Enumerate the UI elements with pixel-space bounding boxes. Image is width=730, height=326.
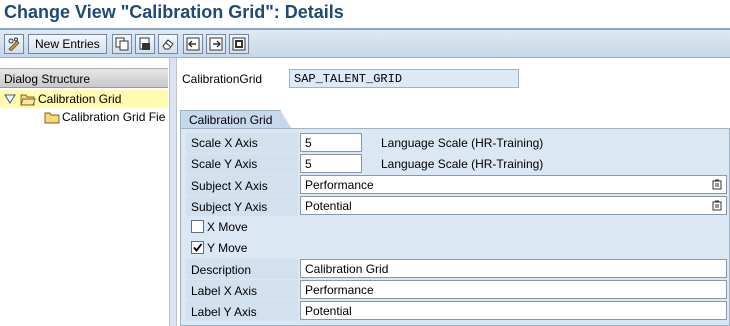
label-x-input[interactable]: Performance — [300, 280, 727, 299]
scale-x-description: Language Scale (HR-Training) — [381, 136, 544, 150]
y-move-label: Y Move — [207, 241, 248, 255]
previous-page-icon — [186, 37, 200, 51]
panel-splitter[interactable] — [170, 58, 177, 326]
pencil-glasses-icon — [8, 37, 20, 51]
dialog-structure-header: Dialog Structure — [0, 68, 168, 88]
previous-entry-button[interactable] — [183, 34, 203, 54]
select-block-icon — [232, 37, 246, 51]
scale-y-label: Scale Y Axis — [191, 157, 258, 171]
tree-item-label: Calibration Grid — [38, 92, 122, 106]
scale-y-description: Language Scale (HR-Training) — [381, 157, 544, 171]
details-area: CalibrationGrid SAP_TALENT_GRID Calibrat… — [177, 58, 730, 326]
scale-x-label: Scale X Axis — [191, 136, 258, 150]
subject-x-value: Performance — [305, 178, 374, 192]
subject-y-input[interactable]: Potential — [300, 196, 727, 215]
next-page-icon — [209, 37, 223, 51]
description-input[interactable]: Calibration Grid — [300, 259, 727, 278]
calibration-grid-key-label: CalibrationGrid — [182, 72, 263, 86]
display-change-button[interactable] — [4, 34, 24, 54]
page-title: Change View "Calibration Grid": Details — [4, 2, 344, 22]
subject-x-label: Subject X Axis — [191, 179, 268, 193]
checkmark-icon — [193, 243, 203, 252]
group-box-title: Calibration Grid — [180, 110, 293, 129]
next-entry-button[interactable] — [206, 34, 226, 54]
label-y-input[interactable]: Potential — [300, 301, 727, 320]
tree-item-label: Calibration Grid Fie — [62, 110, 166, 124]
x-move-label: X Move — [207, 220, 248, 234]
value-help-icon[interactable] — [712, 179, 722, 190]
eraser-icon — [162, 39, 174, 50]
undo-change-button[interactable] — [158, 34, 178, 54]
description-label: Description — [191, 263, 252, 277]
expand-triangle-icon[interactable] — [4, 94, 16, 104]
open-folder-icon — [20, 94, 36, 105]
y-move-checkbox[interactable] — [191, 241, 204, 254]
subject-y-value: Potential — [305, 199, 352, 213]
label-x-label: Label X Axis — [191, 284, 258, 298]
folder-icon — [44, 112, 60, 123]
calibration-grid-key-field: SAP_TALENT_GRID — [289, 69, 519, 88]
delete-button[interactable] — [135, 34, 155, 54]
new-entries-button[interactable]: New Entries — [28, 34, 107, 54]
value-help-icon[interactable] — [712, 200, 722, 211]
copy-as-button[interactable] — [112, 34, 132, 54]
title-bar: Change View "Calibration Grid": Details — [0, 0, 730, 30]
select-all-button[interactable] — [229, 34, 249, 54]
dialog-structure-panel: Dialog Structure Calibration Grid Calibr… — [0, 58, 170, 326]
scale-y-input[interactable]: 5 — [300, 154, 362, 173]
x-move-checkbox[interactable] — [191, 220, 204, 233]
application-toolbar: New Entries — [0, 30, 730, 58]
delete-page-icon — [139, 37, 150, 50]
label-y-label: Label Y Axis — [191, 305, 257, 319]
tree-item-calibration-grid[interactable]: Calibration Grid — [0, 90, 168, 108]
subject-x-input[interactable]: Performance — [300, 175, 727, 194]
subject-y-label: Subject Y Axis — [191, 200, 268, 214]
tree-item-calibration-grid-fields[interactable]: Calibration Grid Fie — [44, 108, 168, 126]
copy-icon — [115, 37, 129, 51]
scale-x-input[interactable]: 5 — [300, 133, 362, 152]
calibration-grid-group: Scale X Axis 5 Language Scale (HR-Traini… — [180, 128, 730, 326]
